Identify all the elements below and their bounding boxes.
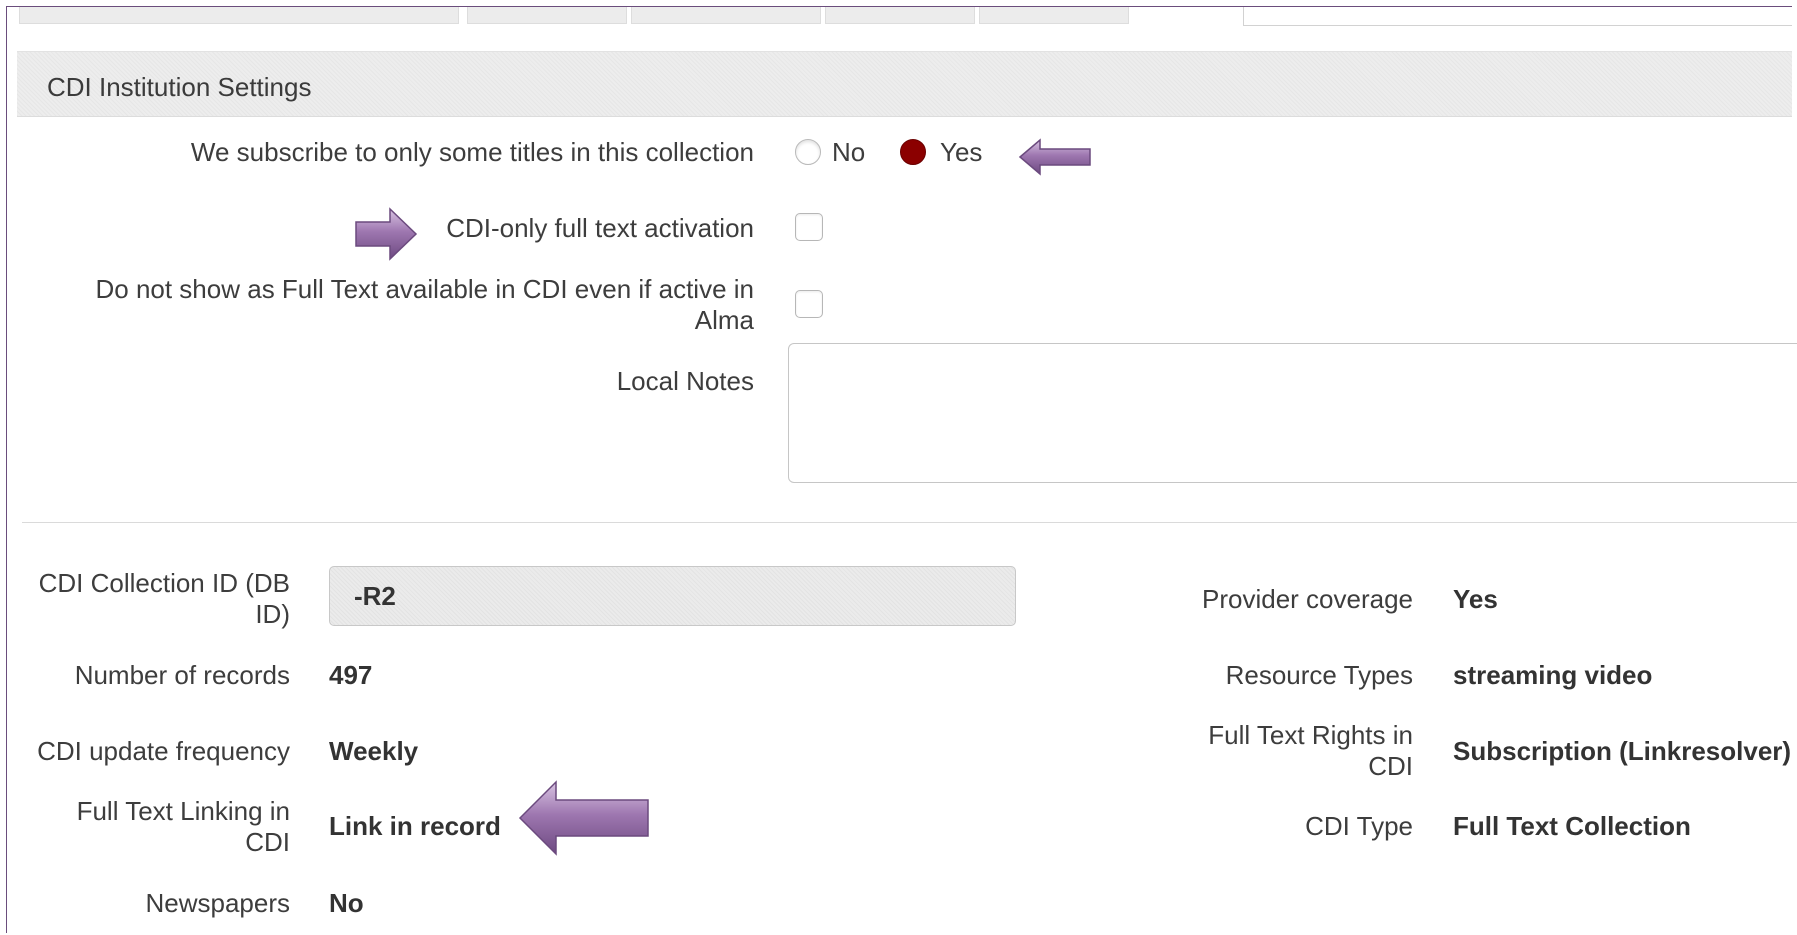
full-text-linking-label-line1: Full Text Linking in <box>76 796 290 826</box>
cdi-only-full-text-label: CDI-only full text activation <box>446 213 754 243</box>
full-text-linking-value: Link in record <box>329 811 501 841</box>
local-notes-textarea[interactable] <box>788 343 1797 483</box>
provider-coverage-label: Provider coverage <box>1202 584 1413 614</box>
collection-id-value: -R2 <box>354 581 396 611</box>
resource-types-value: streaming video <box>1453 660 1653 690</box>
resource-types-label: Resource Types <box>1225 660 1413 690</box>
tab-5[interactable] <box>979 7 1129 24</box>
radio-yes[interactable] <box>900 139 926 165</box>
section-title: CDI Institution Settings <box>47 72 312 102</box>
arrow-icon <box>518 780 649 856</box>
subscribe-some-titles-label: We subscribe to only some titles in this… <box>190 137 754 167</box>
tab-4[interactable] <box>825 7 975 24</box>
collection-id-label: CDI Collection ID (DB ID) <box>20 568 290 630</box>
number-of-records-value: 497 <box>329 660 373 690</box>
section-divider <box>22 522 1797 523</box>
local-notes-label: Local Notes <box>616 366 754 396</box>
update-frequency-value: Weekly <box>329 736 419 766</box>
do-not-show-full-text-checkbox[interactable] <box>795 290 823 318</box>
full-text-linking-label-line2: CDI <box>245 827 290 857</box>
collection-id-label-line2: ID) <box>255 599 290 629</box>
full-text-linking-label: Full Text Linking in CDI <box>20 796 290 858</box>
cdi-only-full-text-checkbox[interactable] <box>795 213 823 241</box>
do-not-show-label-line2: Alma <box>694 305 754 335</box>
radio-no[interactable] <box>795 139 821 165</box>
tab-strip <box>17 7 1792 29</box>
provider-coverage-value: Yes <box>1453 584 1498 614</box>
arrow-icon <box>355 207 418 261</box>
number-of-records-label: Number of records <box>74 660 290 690</box>
tab-3[interactable] <box>631 7 821 24</box>
cdi-type-label: CDI Type <box>1305 811 1413 841</box>
tab-1[interactable] <box>19 7 459 24</box>
do-not-show-label-line1: Do not show as Full Text available in CD… <box>95 274 754 304</box>
section-header: CDI Institution Settings <box>17 51 1792 117</box>
tab-2[interactable] <box>467 7 627 24</box>
arrow-icon <box>1018 138 1091 176</box>
newspapers-value: No <box>329 888 364 918</box>
newspapers-label: Newspapers <box>145 888 290 918</box>
cdi-type-value: Full Text Collection <box>1453 811 1691 841</box>
do-not-show-full-text-label: Do not show as Full Text available in CD… <box>40 274 754 336</box>
top-field[interactable] <box>1243 7 1792 26</box>
radio-no-label[interactable]: No <box>832 137 865 168</box>
collection-id-field: -R2 <box>329 566 1016 626</box>
full-text-rights-label: Full Text Rights in CDI <box>1100 720 1413 782</box>
full-text-rights-value: Subscription (Linkresolver) <box>1453 736 1792 766</box>
full-text-rights-label-line1: Full Text Rights in <box>1208 720 1413 750</box>
radio-yes-label[interactable]: Yes <box>940 137 982 168</box>
update-frequency-label: CDI update frequency <box>37 736 290 766</box>
full-text-rights-label-line2: CDI <box>1368 751 1413 781</box>
collection-id-label-line1: CDI Collection ID (DB <box>38 568 290 598</box>
